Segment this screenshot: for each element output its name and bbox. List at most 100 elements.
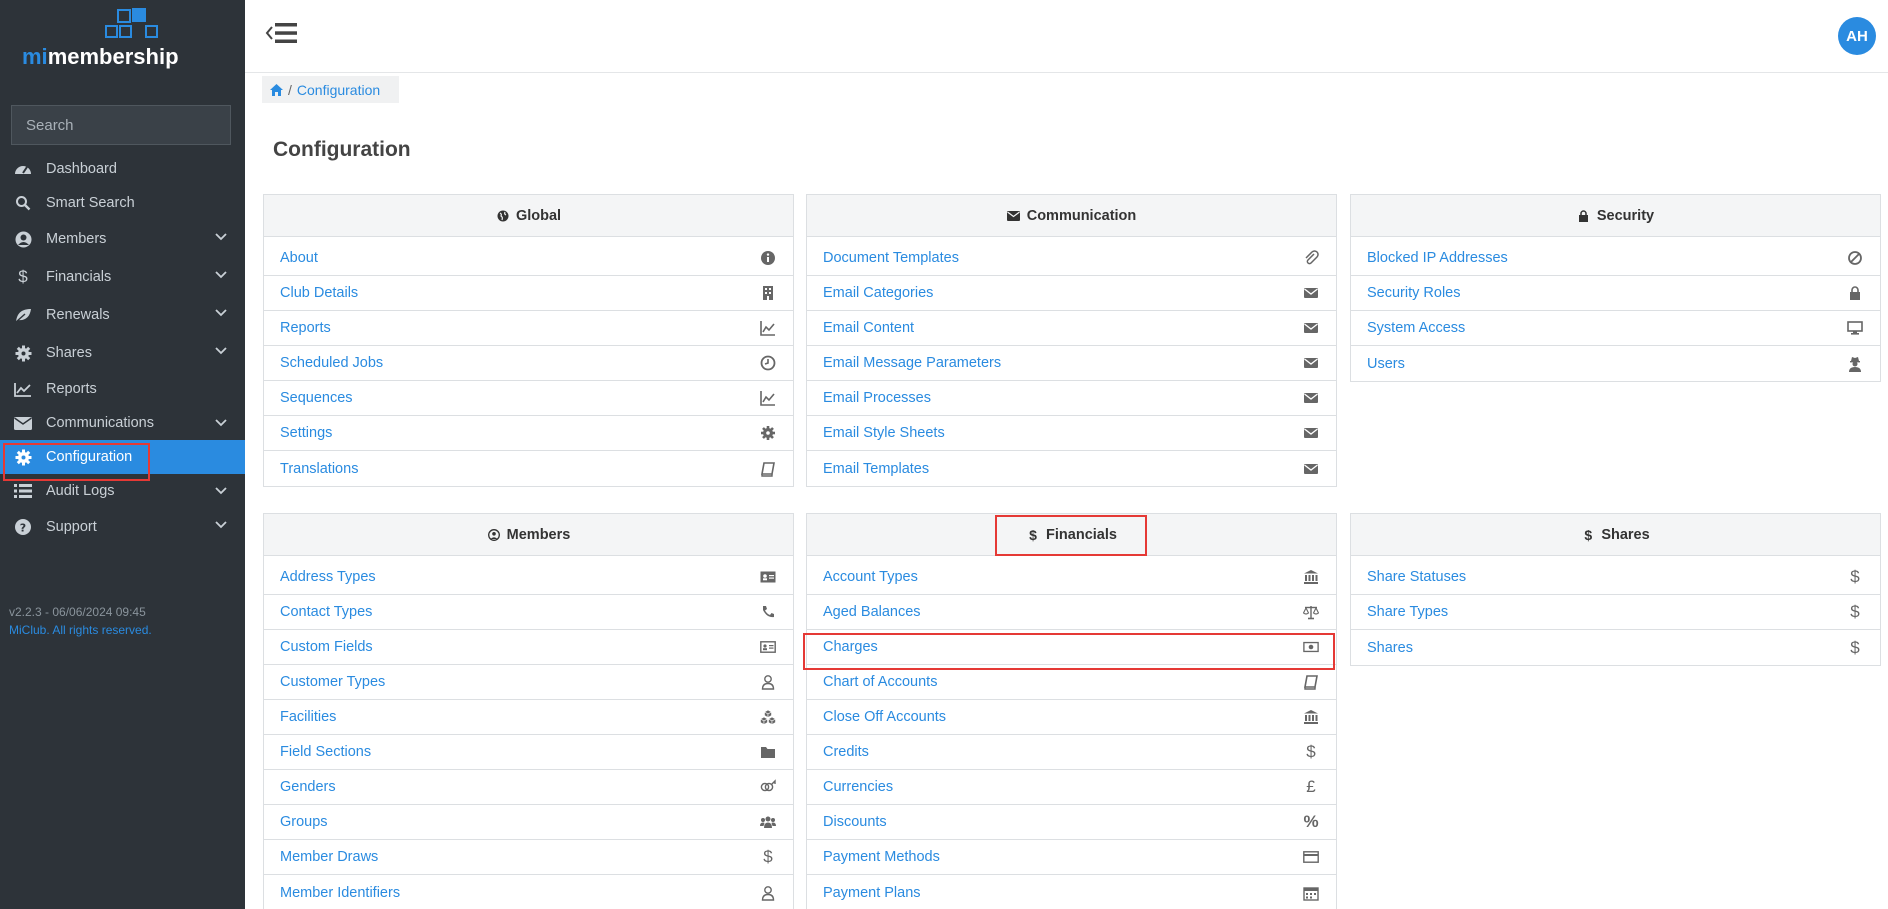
config-link-reports[interactable]: Reports	[264, 311, 793, 346]
config-link-translations[interactable]: Translations	[264, 451, 793, 486]
book-icon	[1302, 673, 1320, 691]
config-link-shares[interactable]: Shares $	[1351, 630, 1880, 665]
user-icon	[759, 884, 777, 902]
link-label: Payment Plans	[823, 884, 921, 901]
link-label: Reports	[280, 320, 331, 336]
link-label: Settings	[280, 425, 333, 441]
chevron-down-icon	[215, 419, 227, 427]
search-input[interactable]	[26, 116, 225, 134]
config-link-share-types[interactable]: Share Types $	[1351, 595, 1880, 630]
envelope-icon	[1302, 389, 1320, 407]
config-link-account-types[interactable]: Account Types	[807, 560, 1336, 595]
globe-icon	[496, 209, 510, 223]
config-link-users[interactable]: Users	[1351, 346, 1880, 381]
config-link-email-message-parameters[interactable]: Email Message Parameters	[807, 346, 1336, 381]
config-link-close-off-accounts[interactable]: Close Off Accounts	[807, 700, 1336, 735]
panel-title: Security	[1596, 207, 1655, 224]
config-link-sequences[interactable]: Sequences	[264, 381, 793, 416]
config-link-facilities[interactable]: Facilities	[264, 700, 793, 735]
dollar-icon: $	[1850, 567, 1860, 586]
credit-card-icon	[1302, 848, 1320, 866]
sidebar-item-reports[interactable]: Reports	[0, 372, 245, 406]
link-label: Email Processes	[823, 390, 931, 406]
config-link-scheduled-jobs[interactable]: Scheduled Jobs	[264, 346, 793, 381]
sidebar-item-label: Communications	[46, 415, 154, 431]
link-label: Account Types	[823, 569, 918, 585]
link-label: Blocked IP Addresses	[1367, 250, 1508, 266]
config-link-club-details[interactable]: Club Details	[264, 276, 793, 311]
config-link-groups[interactable]: Groups	[264, 805, 793, 840]
config-link-field-sections[interactable]: Field Sections	[264, 735, 793, 770]
config-link-security-roles[interactable]: Security Roles	[1351, 276, 1880, 311]
sidebar-item-label: Dashboard	[46, 161, 117, 177]
config-link-payment-plans[interactable]: Payment Plans	[807, 875, 1336, 909]
link-label: Credits	[823, 744, 869, 760]
config-link-email-categories[interactable]: Email Categories	[807, 276, 1336, 311]
desktop-icon	[1846, 319, 1864, 337]
config-link-aged-balances[interactable]: Aged Balances	[807, 595, 1336, 630]
config-link-settings[interactable]: Settings	[264, 416, 793, 451]
panel-header: Members	[264, 514, 793, 556]
config-link-share-statuses[interactable]: Share Statuses $	[1351, 560, 1880, 595]
sidebar-item-label: Audit Logs	[46, 483, 115, 499]
config-link-currencies[interactable]: Currencies £	[807, 770, 1336, 805]
config-link-about[interactable]: About	[264, 241, 793, 276]
sidebar-item-dashboard[interactable]: Dashboard	[0, 152, 245, 186]
link-label: Security Roles	[1367, 285, 1461, 301]
app-logo[interactable]: mimembership	[22, 8, 182, 70]
sidebar-item-label: Members	[46, 231, 107, 247]
sidebar-item-label: Configuration	[46, 449, 133, 465]
dollar-icon: $	[1584, 526, 1593, 543]
link-label: Aged Balances	[823, 604, 921, 620]
sidebar-item-smart-search[interactable]: Smart Search	[0, 186, 245, 220]
breadcrumb-current[interactable]: Configuration	[297, 82, 380, 98]
panel-header: Security	[1351, 195, 1880, 237]
panel-global: Global About Club Details Reports Schedu…	[263, 194, 794, 487]
sidebar-item-support[interactable]: ? Support	[0, 508, 245, 546]
config-link-chart-of-accounts[interactable]: Chart of Accounts	[807, 665, 1336, 700]
sidebar-item-configuration[interactable]: Configuration	[0, 440, 245, 474]
paperclip-icon	[1302, 249, 1320, 267]
config-link-email-style-sheets[interactable]: Email Style Sheets	[807, 416, 1336, 451]
sidebar-item-financials[interactable]: $ Financials	[0, 258, 245, 296]
config-link-custom-fields[interactable]: Custom Fields	[264, 630, 793, 665]
config-link-email-processes[interactable]: Email Processes	[807, 381, 1336, 416]
panel-title: Communication	[1026, 207, 1137, 224]
config-link-member-identifiers[interactable]: Member Identifiers	[264, 875, 793, 909]
config-link-member-draws[interactable]: Member Draws $	[264, 840, 793, 875]
home-icon[interactable]	[270, 83, 283, 96]
sidebar-item-members[interactable]: Members	[0, 220, 245, 258]
user-avatar[interactable]: AH	[1838, 17, 1876, 55]
config-link-credits[interactable]: Credits $	[807, 735, 1336, 770]
svg-text:?: ?	[20, 521, 26, 534]
sidebar-item-renewals[interactable]: Renewals	[0, 296, 245, 334]
config-link-document-templates[interactable]: Document Templates	[807, 241, 1336, 276]
config-link-discounts[interactable]: Discounts%	[807, 805, 1336, 840]
config-link-blocked-ip-addresses[interactable]: Blocked IP Addresses	[1351, 241, 1880, 276]
sidebar-item-label: Renewals	[46, 307, 110, 323]
sidebar-item-communications[interactable]: Communications	[0, 406, 245, 440]
sidebar-search[interactable]	[11, 105, 231, 145]
config-link-payment-methods[interactable]: Payment Methods	[807, 840, 1336, 875]
config-link-charges[interactable]: Charges	[807, 630, 1336, 665]
config-link-email-content[interactable]: Email Content	[807, 311, 1336, 346]
money-bill-icon	[1302, 638, 1320, 656]
menu-collapse-icon[interactable]	[265, 20, 299, 46]
sidebar: mimembership Dashboard Smart Search Memb…	[0, 0, 245, 909]
config-link-email-templates[interactable]: Email Templates	[807, 451, 1336, 486]
sidebar-item-shares[interactable]: Shares	[0, 334, 245, 372]
logo-squares-icon	[105, 8, 158, 38]
dollar-icon: $	[1029, 526, 1037, 543]
config-link-customer-types[interactable]: Customer Types	[264, 665, 793, 700]
config-link-system-access[interactable]: System Access	[1351, 311, 1880, 346]
link-label: Charges	[823, 639, 878, 655]
panel-members: Members Address Types Contact Types Cust…	[263, 513, 794, 909]
envelope-icon	[1302, 284, 1320, 302]
config-link-genders[interactable]: Genders	[264, 770, 793, 805]
link-label: Email Message Parameters	[823, 355, 1002, 371]
panel-header: $ Shares	[1351, 514, 1880, 556]
copyright-link[interactable]: MiClub. All rights reserved.	[9, 621, 152, 639]
sidebar-item-audit-logs[interactable]: Audit Logs	[0, 474, 245, 508]
config-link-contact-types[interactable]: Contact Types	[264, 595, 793, 630]
config-link-address-types[interactable]: Address Types	[264, 560, 793, 595]
